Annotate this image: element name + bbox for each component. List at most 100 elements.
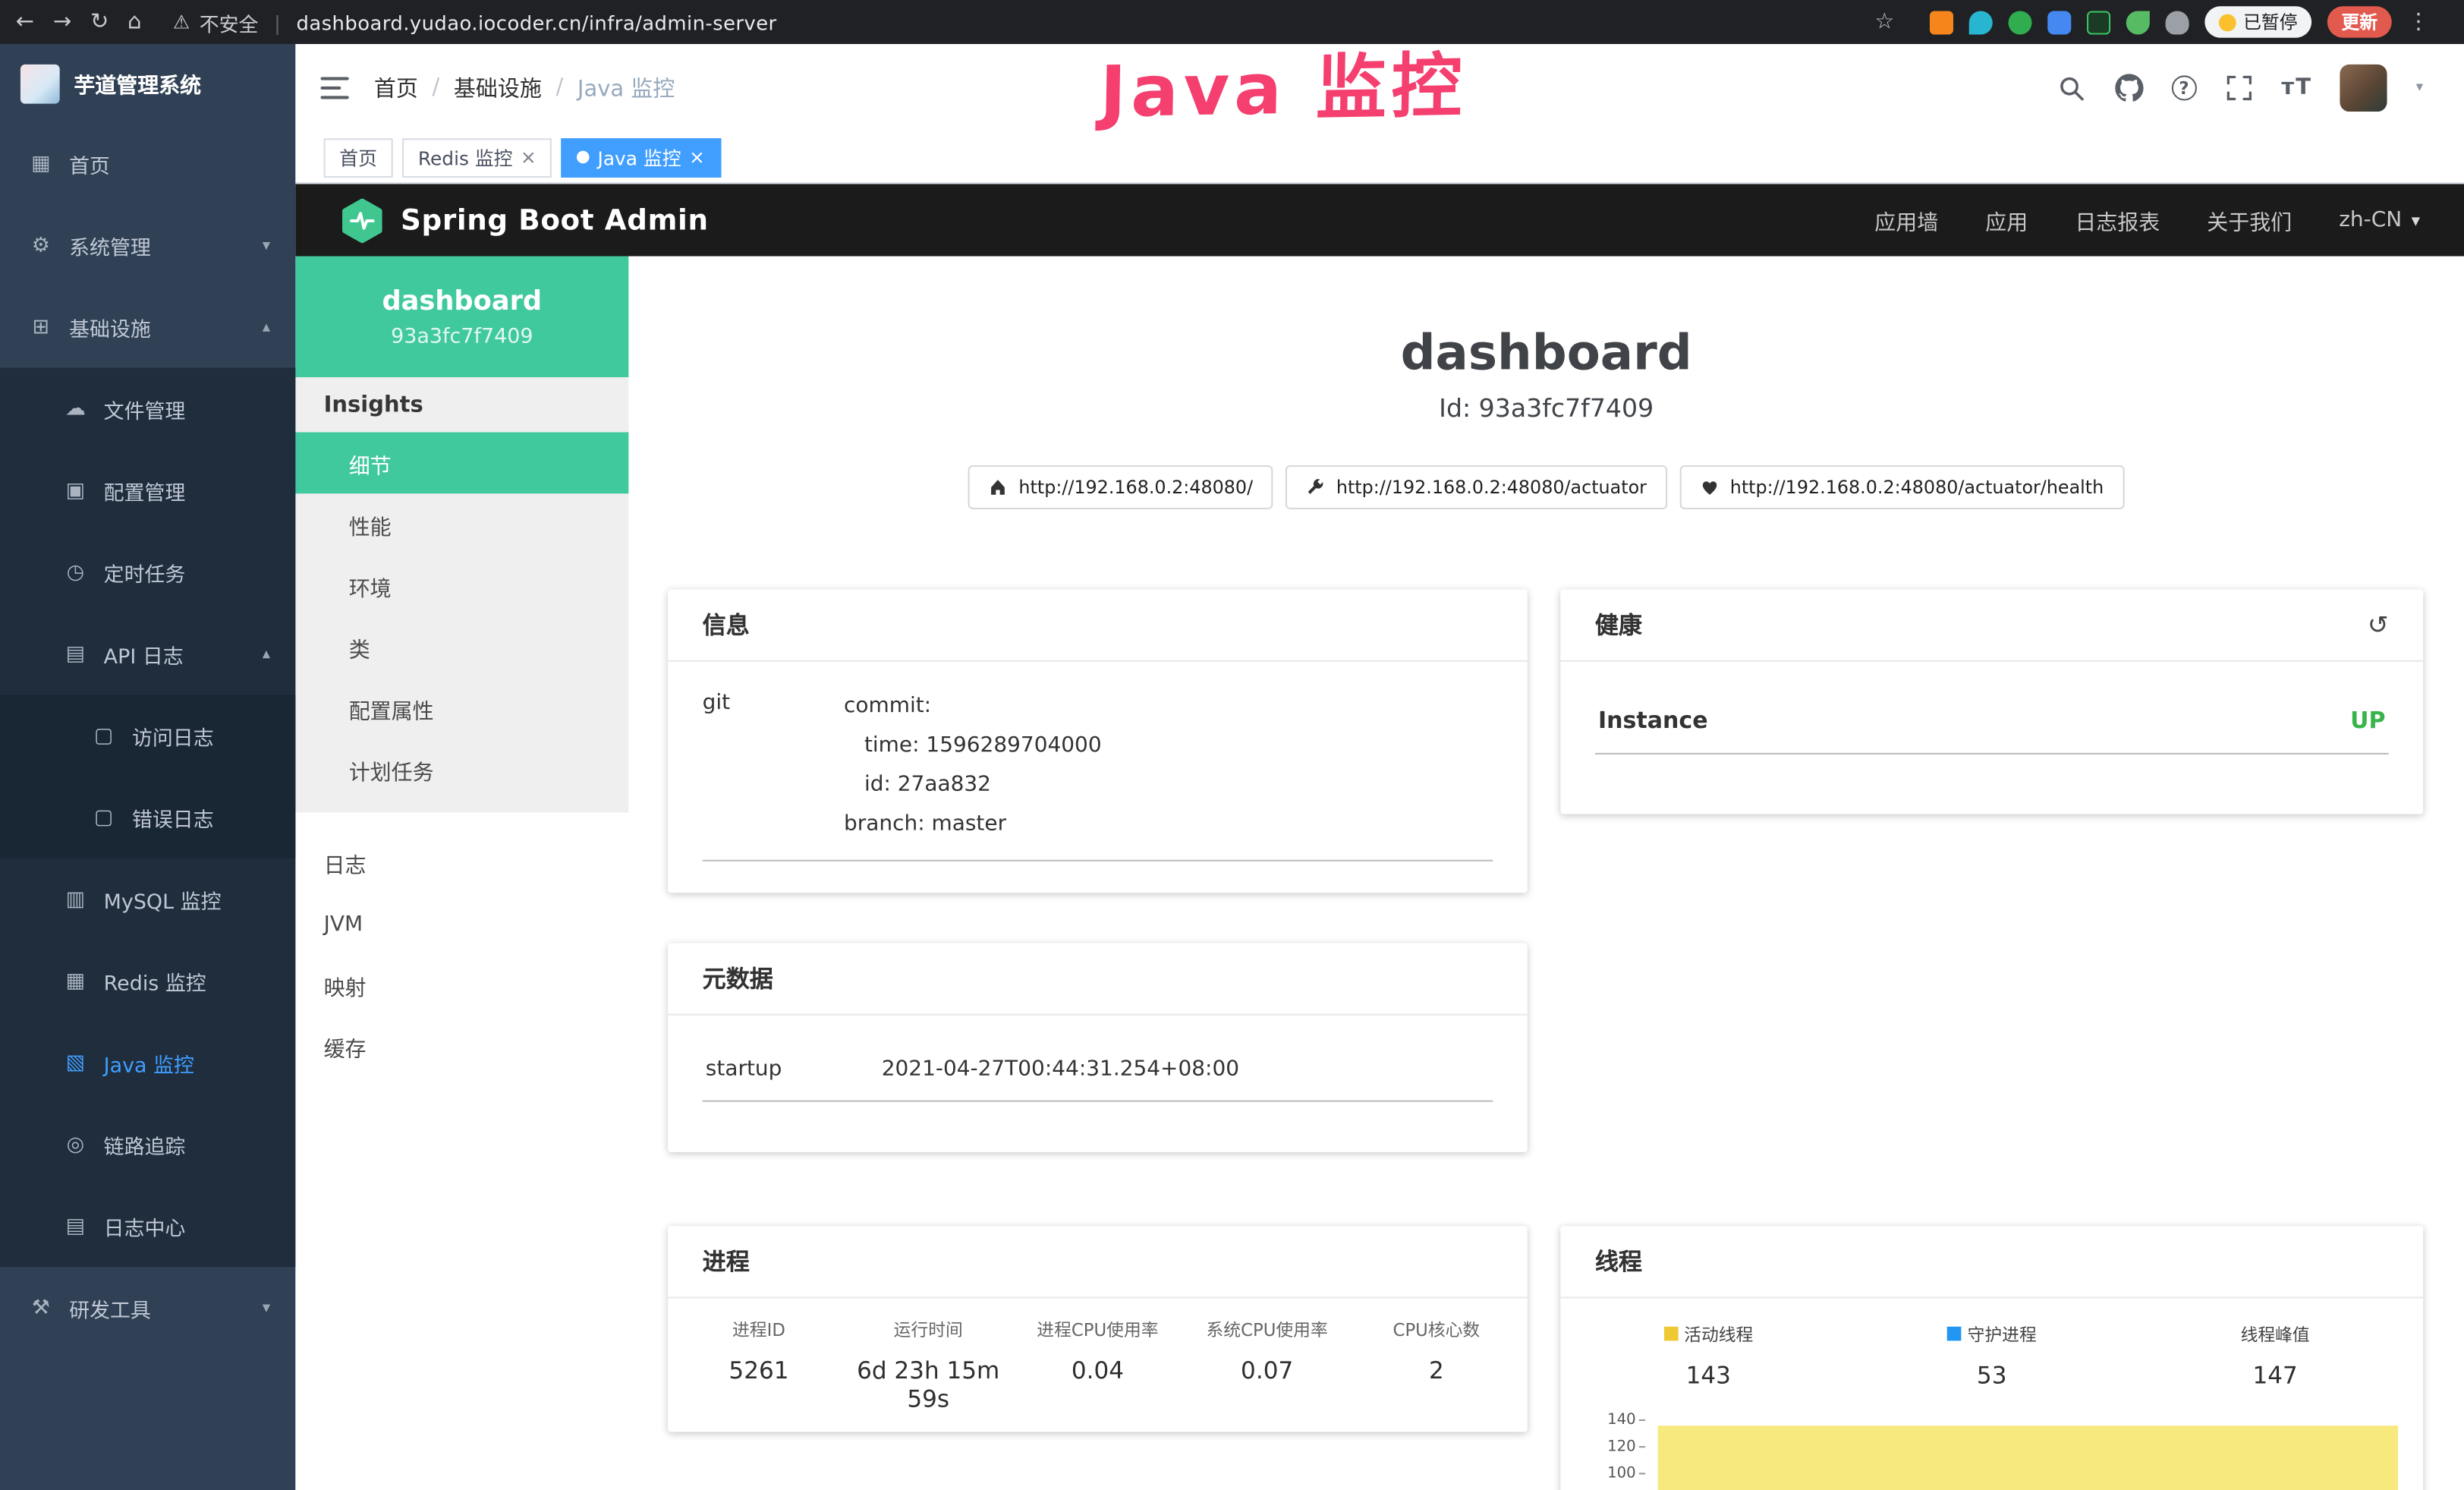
tab-close-icon[interactable]: ×	[521, 146, 537, 169]
sidebar-item-label: 日志中心	[104, 1211, 186, 1241]
tab-home[interactable]: 首页	[324, 137, 393, 177]
security-label[interactable]: 不安全	[200, 7, 259, 36]
sidebar-item-system[interactable]: ⚙ 系统管理 ▾	[0, 204, 295, 286]
browser-toolbar-right: ☆ 已暂停 更新 ⋮	[1874, 6, 2448, 37]
tab-java-monitor[interactable]: Java 监控 ×	[562, 137, 721, 177]
sba-item-scheduled-tasks[interactable]: 计划任务	[295, 739, 628, 800]
breadcrumb-item-current: Java 监控	[577, 72, 675, 103]
locale-select[interactable]: zh-CN ▾	[2339, 207, 2420, 232]
sidebar-toggle-icon[interactable]	[320, 77, 348, 99]
sba-item-configprops[interactable]: 配置属性	[295, 678, 628, 739]
sba-nav-wallboard[interactable]: 应用墙	[1874, 204, 1938, 235]
extension-fox-icon[interactable]	[1929, 10, 1953, 33]
sidebar-item-devtools[interactable]: ⚒ 研发工具 ▾	[0, 1267, 295, 1349]
health-url-button[interactable]: http://192.168.0.2:48080/actuator/health	[1679, 465, 2124, 509]
sba-item-details[interactable]: 细节	[295, 432, 628, 493]
service-url-button[interactable]: http://192.168.0.2:48080/	[968, 465, 1273, 509]
threads-card: 线程 活动线程 143 守护进程 53	[1560, 1226, 2423, 1490]
tab-redis-monitor[interactable]: Redis 监控 ×	[402, 137, 552, 177]
github-icon[interactable]	[2115, 74, 2143, 102]
sidebar-item-label: 访问日志	[132, 720, 214, 750]
sba-item-logs[interactable]: 日志	[295, 831, 628, 893]
back-icon[interactable]: ←	[16, 11, 34, 33]
sidebar-item-infra[interactable]: ⊞ 基础设施 ▴	[0, 286, 295, 368]
bookmark-star-icon[interactable]: ☆	[1874, 11, 1894, 33]
fullscreen-icon[interactable]	[2225, 74, 2253, 102]
extension-drop-icon[interactable]	[1968, 10, 1992, 33]
app-logo[interactable]: 芋道管理系统	[0, 44, 295, 123]
instance-name: dashboard	[295, 285, 628, 317]
breadcrumb-item[interactable]: 基础设施	[454, 72, 542, 103]
sba-item-classes[interactable]: 类	[295, 616, 628, 678]
sba-brand-title: Spring Boot Admin	[401, 203, 709, 236]
sidebar-item-access-log[interactable]: ▢ 访问日志	[0, 695, 295, 777]
sidebar-item-label: 首页	[69, 149, 110, 178]
sba-nav-journal[interactable]: 日志报表	[2075, 204, 2160, 235]
sba-item-environment[interactable]: 环境	[295, 555, 628, 616]
info-card-title: 信息	[703, 608, 750, 641]
locale-label: zh-CN	[2339, 207, 2402, 232]
threads-chart: 140 120 100	[1604, 1412, 2401, 1490]
caret-down-icon[interactable]: ▾	[2416, 80, 2423, 96]
address-bar[interactable]: ⚠ 不安全 | dashboard.yudao.iocoder.cn/infra…	[173, 7, 777, 36]
avatar[interactable]	[2340, 65, 2387, 112]
extension-grid-icon[interactable]	[2047, 10, 2070, 33]
extension-paw-icon[interactable]	[2165, 10, 2189, 33]
sba-item-caches[interactable]: 缓存	[295, 1016, 628, 1077]
health-instance-row[interactable]: Instance UP	[1595, 687, 2389, 754]
sba-item-mappings[interactable]: 映射	[295, 954, 628, 1016]
sidebar-item-api-log[interactable]: ▤ API 日志 ▴	[0, 613, 295, 695]
sba-brand[interactable]: Spring Boot Admin	[339, 197, 708, 243]
threads-card-title: 线程	[1595, 1245, 1642, 1277]
sidebar-item-mysql-monitor[interactable]: ▥ MySQL 监控	[0, 858, 295, 940]
paused-badge-label: 已暂停	[2243, 9, 2297, 34]
reload-icon[interactable]: ↻	[90, 11, 109, 33]
search-icon[interactable]	[2058, 74, 2086, 102]
sidebar-item-file-manage[interactable]: ☁ 文件管理	[0, 368, 295, 450]
sidebar-item-label: Java 监控	[104, 1047, 194, 1077]
legend-live-threads: 活动线程 143	[1567, 1317, 1850, 1389]
font-size-icon[interactable]: тT	[2281, 75, 2312, 100]
sba-item-metrics[interactable]: 性能	[295, 493, 628, 555]
history-icon[interactable]: ↺	[2368, 610, 2389, 639]
tab-close-icon[interactable]: ×	[689, 146, 705, 169]
metadata-card-header: 元数据	[668, 943, 1528, 1015]
browser-home-icon[interactable]: ⌂	[127, 11, 141, 33]
extension-green-icon[interactable]	[2007, 10, 2031, 33]
menu-kebab-icon[interactable]: ⋮	[2407, 11, 2429, 33]
sidebar-item-java-monitor[interactable]: ▧ Java 监控	[0, 1022, 295, 1104]
url-text[interactable]: dashboard.yudao.iocoder.cn/infra/admin-s…	[297, 10, 777, 33]
instance-id: 93a3fc7f7409	[295, 325, 628, 348]
sidebar-item-config-manage[interactable]: ▣ 配置管理	[0, 449, 295, 531]
git-commit-line: commit:	[844, 687, 1102, 726]
actuator-url-button[interactable]: http://192.168.0.2:48080/actuator	[1286, 465, 1667, 509]
trace-icon: ◎	[63, 1132, 88, 1156]
update-button[interactable]: 更新	[2327, 6, 2392, 37]
sidebar-item-label: 定时任务	[104, 557, 186, 587]
sidebar-item-label: 链路追踪	[104, 1129, 186, 1159]
extension-leaf-icon[interactable]	[2126, 10, 2149, 33]
sidebar-item-trace[interactable]: ◎ 链路追踪	[0, 1104, 295, 1186]
admin-sidebar: 芋道管理系统 ▦ 首页 ⚙ 系统管理 ▾ ⊞ 基础设施 ▴ ☁ 文件管理 ▣ 配…	[0, 44, 295, 1490]
sba-nav-applications[interactable]: 应用	[1985, 204, 2028, 235]
instance-header[interactable]: dashboard 93a3fc7f7409	[295, 257, 628, 377]
instance-links: http://192.168.0.2:48080/ http://192.168…	[628, 465, 2464, 509]
sidebar-item-home[interactable]: ▦ 首页	[0, 123, 295, 205]
paused-badge[interactable]: 已暂停	[2204, 6, 2311, 37]
home-icon	[989, 478, 1008, 497]
sba-item-jvm[interactable]: JVM	[295, 893, 628, 954]
sidebar-item-cron-job[interactable]: ◷ 定时任务	[0, 531, 295, 613]
sidebar-item-error-log[interactable]: ▢ 错误日志	[0, 777, 295, 858]
y-axis-tick: 140	[1604, 1412, 1645, 1429]
forward-icon[interactable]: →	[53, 11, 71, 33]
sidebar-item-log-center[interactable]: ▤ 日志中心	[0, 1185, 295, 1267]
metric-pid: 进程ID 5261	[674, 1317, 843, 1413]
extension-on-icon[interactable]	[2086, 10, 2110, 33]
breadcrumb-item[interactable]: 首页	[374, 72, 418, 103]
sba-nav-about[interactable]: 关于我们	[2207, 204, 2292, 235]
git-branch-line: branch: master	[844, 805, 1102, 844]
sidebar-item-label: API 日志	[104, 639, 184, 669]
page-subtitle: Id: 93a3fc7f7409	[628, 393, 2464, 423]
sidebar-item-redis-monitor[interactable]: ▦ Redis 监控	[0, 940, 295, 1022]
help-icon[interactable]: ?	[2171, 75, 2196, 100]
